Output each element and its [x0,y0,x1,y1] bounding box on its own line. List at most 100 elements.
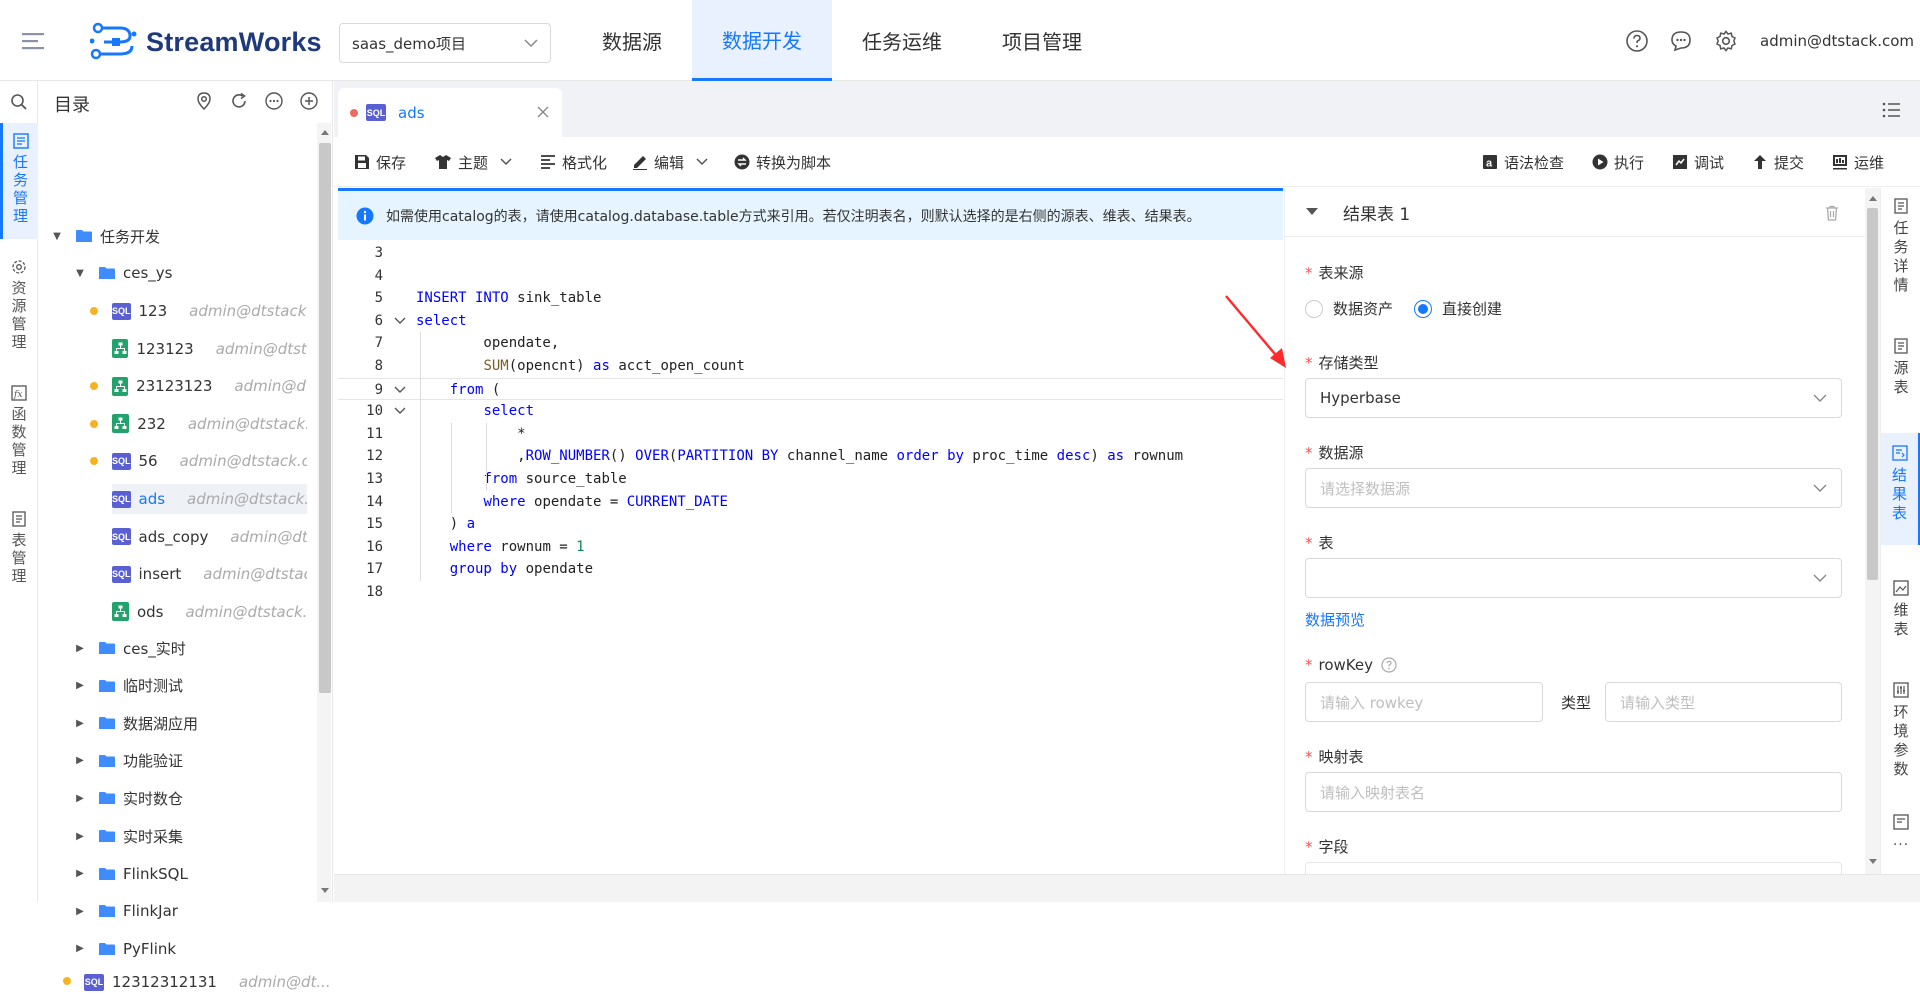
scroll-down-icon[interactable] [320,887,330,895]
syntax-check-button[interactable]: a 语法检查 [1482,137,1564,187]
fold-chevron-icon[interactable] [394,400,406,422]
refresh-icon[interactable] [227,89,251,113]
code-line[interactable]: 11 * [338,423,1283,445]
tree-item-task[interactable]: SQL 56 admin@dtstack.c... [112,446,307,476]
code-line[interactable]: 14 where opendate = CURRENT_DATE [338,491,1283,513]
caret-right-icon[interactable]: ▶ [73,680,87,691]
tree-folder-ces-ys[interactable]: ▼ ces_ys [73,258,172,288]
app-logo[interactable]: StreamWorks [90,20,322,64]
tree-folder[interactable]: ▶ 功能验证 [73,746,183,776]
tree-folder[interactable]: ▶ 实时采集 [73,821,183,851]
ops-button[interactable]: 运维 [1832,137,1884,187]
radio-data-asset[interactable]: 数据资产 [1305,298,1393,319]
sidebar-item-table-management[interactable]: 表管理 [0,501,38,597]
fold-chevron-icon[interactable] [394,379,406,401]
run-button[interactable]: 执行 [1592,137,1644,187]
menu-icon[interactable] [20,27,48,55]
submit-button[interactable]: 提交 [1752,137,1804,187]
tab-result-table[interactable]: 结果表 [1881,433,1920,545]
tree-item-task[interactable]: SQL ads_copy admin@dt... [112,522,307,552]
code-line[interactable]: 6 select [338,310,1283,332]
help-icon[interactable] [1381,657,1397,673]
debug-button[interactable]: 调试 [1672,137,1724,187]
code-line[interactable]: 8 SUM(opencnt) as acct_open_count [338,355,1283,377]
caret-right-icon[interactable]: ▶ [73,755,87,766]
tree-item-task[interactable]: 123123 admin@dtst... [112,334,307,364]
nav-data-development[interactable]: 数据开发 [692,0,832,81]
collapse-caret-icon[interactable] [1305,207,1319,217]
list-menu-icon[interactable] [1882,101,1902,119]
code-line[interactable]: 5 INSERT INTO sink_table [338,287,1283,309]
scroll-up-icon[interactable] [1868,194,1878,202]
table-select[interactable] [1305,558,1842,598]
tree-item-task[interactable]: 232 admin@dtstack... [112,409,307,439]
nav-datasource[interactable]: 数据源 [578,0,686,81]
add-icon[interactable] [297,89,321,113]
tree-folder[interactable]: ▶ PyFlink [73,934,176,964]
tab-task-details[interactable]: 任务详情 [1881,198,1920,298]
format-button[interactable]: 格式化 [540,137,607,187]
help-icon[interactable] [1624,28,1650,54]
fold-chevron-icon[interactable] [394,310,406,332]
code-line[interactable]: 12 ,ROW_NUMBER() OVER(PARTITION BY chann… [338,445,1283,467]
radio-direct-create[interactable]: 直接创建 [1414,298,1502,319]
code-line[interactable]: 18 [338,581,1283,603]
caret-right-icon[interactable]: ▶ [73,793,87,804]
tree-folder[interactable]: ▶ FlinkJar [73,896,178,926]
tree-folder[interactable]: ▶ FlinkSQL [73,859,188,889]
caret-right-icon[interactable]: ▶ [73,868,87,879]
more-icon[interactable] [262,89,286,113]
storage-type-select[interactable]: Hyperbase [1305,378,1842,418]
tree-folder[interactable]: ▶ 数据湖应用 [73,708,198,738]
tree-item-task[interactable]: SQL 12312312131 admin@dt... [84,967,331,997]
code-line[interactable]: 3 [338,242,1283,264]
code-line[interactable]: 7 opendate, [338,332,1283,354]
locate-icon[interactable] [192,89,216,113]
tab-more[interactable]: ··· [1881,814,1920,864]
code-line[interactable]: 16 where rownum = 1 [338,536,1283,558]
convert-to-script-button[interactable]: 转换为脚本 [734,137,831,187]
tree-folder-root[interactable]: ▼ 任务开发 [50,221,160,251]
sidebar-search-icon[interactable] [0,93,38,115]
caret-right-icon[interactable]: ▶ [73,831,87,842]
code-line[interactable]: 10 select [338,400,1283,422]
code-line[interactable]: 15 ) a [338,513,1283,535]
panel-scrollbar-thumb[interactable] [1867,208,1878,580]
code-line[interactable]: 17 group by opendate [338,558,1283,580]
tree-item-task[interactable]: SQL ads admin@dtstack.... [112,484,307,514]
nav-task-ops[interactable]: 任务运维 [846,0,958,81]
caret-right-icon[interactable]: ▶ [73,906,87,917]
tree-item-task[interactable]: ods admin@dtstack.... [112,597,307,627]
type-input[interactable]: 请输入类型 [1605,682,1842,722]
code-line[interactable]: 13 from source_table [338,468,1283,490]
sql-code-editor[interactable]: 3 4 5 INSERT INTO sink_table 6 select 7 openda… [338,240,1283,874]
caret-right-icon[interactable]: ▶ [73,718,87,729]
fields-editor[interactable] [1305,862,1842,874]
caret-down-icon[interactable]: ▼ [50,231,64,242]
save-button[interactable]: 保存 [354,137,406,187]
code-line[interactable]: 9 from ( [338,377,1283,401]
close-icon[interactable] [536,105,550,119]
tree-folder[interactable]: ▶ 临时测试 [73,671,183,701]
tree-item-task[interactable]: SQL insert admin@dtstac... [112,559,307,589]
tab-source-table[interactable]: 源表 [1881,338,1920,408]
tab-ads[interactable]: SQL ads [338,88,562,137]
data-preview-link[interactable]: 数据预览 [1305,609,1365,630]
caret-right-icon[interactable]: ▶ [73,643,87,654]
edit-dropdown[interactable]: 编辑 [632,137,708,187]
tab-dimension-table[interactable]: 维表 [1881,580,1920,650]
code-line[interactable]: 4 [338,265,1283,287]
radio-circle[interactable] [1305,299,1323,318]
scroll-down-icon[interactable] [1868,858,1878,866]
user-account[interactable]: admin@dtstack.com [1760,32,1914,50]
tree-folder[interactable]: ▶ ces_实时 [73,633,186,663]
sidebar-item-task-management[interactable]: 任务管理 [0,123,38,239]
result-table-header[interactable]: 结果表 1 [1285,188,1866,237]
sidebar-item-function-management[interactable]: fx 函数管理 [0,375,38,491]
theme-dropdown[interactable]: 主题 [434,137,512,187]
datasource-select[interactable]: 请选择数据源 [1305,468,1842,508]
sidebar-item-resource-management[interactable]: 资源管理 [0,249,38,365]
caret-down-icon[interactable]: ▼ [73,268,87,279]
tree-item-task[interactable]: 23123123 admin@d... [112,371,307,401]
tree-item-task[interactable]: SQL 123 admin@dtstack... [112,296,307,326]
